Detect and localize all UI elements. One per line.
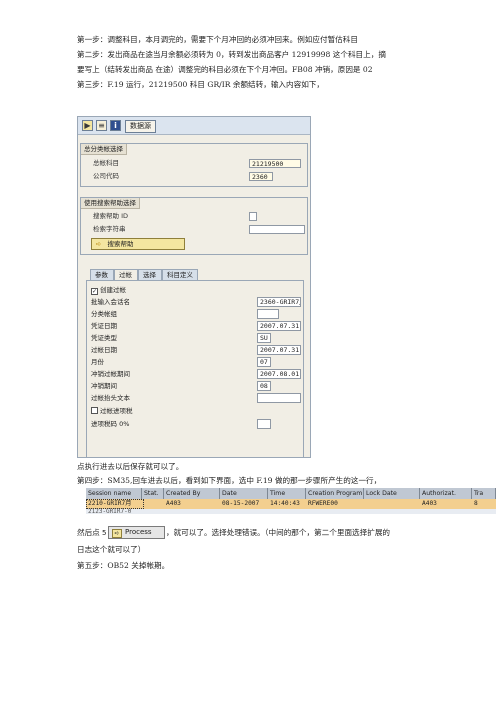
search-help-id-label: 搜索帮助 ID — [93, 212, 128, 220]
gl-group-title: 总分类帐选择 — [81, 144, 127, 155]
cell-creation-program: RFWERE00 — [308, 500, 338, 507]
col-transactions[interactable]: Tra — [472, 488, 496, 499]
search-help-button[interactable]: ➪ 搜索帮助 — [91, 238, 185, 250]
posting-row-label: 月份 — [91, 358, 104, 366]
tax-code-field[interactable] — [257, 419, 271, 429]
info-icon[interactable]: i — [110, 120, 121, 131]
gl-account-label: 总帐科目 — [93, 159, 119, 167]
posting-row-label: 分类帐组 — [91, 310, 117, 318]
search-help-button-label: 搜索帮助 — [107, 240, 134, 248]
step3-end-text: 点执行进去以后保存就可以了。 — [77, 462, 184, 471]
step1-text: 第一步：调整科目，本月调完的，需要下个月冲回的必须冲回来。例如应付暂估科目 — [77, 35, 358, 44]
post-transfer-row[interactable]: 过帐进项税 — [91, 407, 133, 416]
cell-transactions: 8 — [474, 500, 478, 507]
company-code-label: 公司代码 — [93, 172, 119, 180]
search-help-id-field[interactable] — [249, 212, 257, 221]
partial-table-row: 2123-GRIR7-0 — [88, 508, 132, 515]
posting-row-label: 凭证类型 — [91, 334, 117, 342]
posting-row-label: 批输入会话名 — [91, 298, 130, 306]
cell-created-by: A403 — [166, 500, 181, 507]
cell-time: 14:40:43 — [270, 500, 300, 507]
col-lock-date[interactable]: Lock Date — [364, 488, 420, 499]
col-status[interactable]: Stat. — [142, 488, 164, 499]
tax-code-label: 进项税码 0% — [91, 420, 130, 428]
create-posting-row[interactable]: ✓ 创建过帐 — [91, 286, 126, 295]
sm35-session-table: Session name Stat. Created By Date Time … — [86, 488, 496, 514]
document-date-field[interactable]: 2007.07.31 — [257, 321, 301, 331]
step4-text: 第四步：SM35,回车进去以后，看到如下界面，选中 F.19 做的那一步骤所产生… — [77, 476, 382, 485]
col-time[interactable]: Time — [268, 488, 306, 499]
execute-icon: ➪ — [112, 529, 122, 538]
col-creation-program[interactable]: Creation Program — [306, 488, 364, 499]
posting-row-label: 过帐日期 — [91, 346, 117, 354]
reversal-period-field[interactable]: 08 — [257, 381, 271, 391]
sap-toolbar: ▶ ≡ i 数据源 — [78, 117, 310, 135]
posting-date-field[interactable]: 2007.07.31 — [257, 345, 301, 355]
step3-text: 第三步：F.19 运行，21219500 科目 GR/IR 余额结转，输入内容如… — [77, 80, 324, 89]
search-help-group: 使用搜索帮助选择 搜索帮助 ID 检索字符串 ➪ 搜索帮助 — [80, 197, 308, 255]
ledger-group-field[interactable] — [257, 309, 279, 319]
col-session-name[interactable]: Session name — [86, 488, 142, 499]
posting-row-label: 冲销过帐期间 — [91, 370, 130, 378]
data-source-button[interactable]: 数据源 — [125, 120, 156, 133]
create-posting-label: 创建过帐 — [100, 286, 126, 294]
post-transfer-label: 过帐进项税 — [100, 407, 133, 415]
step5-text: 第五步：OB52 关掉帐期。 — [77, 561, 170, 570]
posting-row-label: 过帐抬头文本 — [91, 394, 130, 402]
company-code-field[interactable]: 2360 — [249, 172, 273, 181]
step2-text: 第二步：发出商品在途当月余额必须转为 0，转到发出商品客户 12919998 这… — [77, 50, 386, 59]
search-string-label: 检索字符串 — [93, 225, 126, 233]
step4-instruction-start: 然后点 — [77, 528, 100, 537]
cell-status — [142, 499, 166, 509]
variant-icon[interactable]: ≡ — [96, 120, 107, 131]
posting-row-label: 凭证日期 — [91, 322, 117, 330]
process-button[interactable]: ➪ Process — [108, 526, 165, 539]
col-created-by[interactable]: Created By — [164, 488, 220, 499]
gl-account-field[interactable]: 21219500 — [249, 159, 301, 168]
process-button-label: Process — [125, 528, 152, 536]
step4-log-text: 日志这个就可以了） — [77, 545, 146, 554]
col-authorization[interactable]: Authorizat. — [420, 488, 472, 499]
session-name-field[interactable]: 2360-GRIR7月 — [257, 297, 301, 307]
step2-continuation-text: 要写上（结转发出商品 在途）调整完的科目必须在下个月冲回。FB08 冲销，原因是… — [77, 65, 373, 74]
sap-f19-screen: ▶ ≡ i 数据源 总分类帐选择 总帐科目 21219500 公司代码 2360… — [77, 116, 311, 458]
search-group-title: 使用搜索帮助选择 — [81, 198, 140, 209]
arrow-right-icon: ➪ — [96, 240, 102, 248]
post-transfer-checkbox[interactable] — [91, 407, 98, 414]
create-posting-checkbox[interactable]: ✓ — [91, 288, 98, 295]
cell-date: 08-15-2007 — [222, 500, 260, 507]
table-row[interactable]: 2210-GRIR7月 A403 08-15-2007 14:40:43 RFW… — [86, 499, 496, 509]
posting-tab-body: ✓创建过帐 批输入会话名 2360-GRIR7月 分类帐组 凭证日期 2007.… — [86, 280, 304, 457]
execute-icon[interactable]: ▶ — [82, 120, 93, 131]
month-field[interactable]: 07 — [257, 357, 271, 367]
gl-selection-group: 总分类帐选择 总帐科目 21219500 公司代码 2360 — [80, 143, 308, 187]
document-type-field[interactable]: SU — [257, 333, 271, 343]
process-prefix-text: 5 — [102, 529, 107, 537]
search-string-field[interactable] — [249, 225, 305, 234]
reversal-date-field[interactable]: 2007.08.01 — [257, 369, 301, 379]
step4-instruction-end: ，就可以了。选择处理错误。（中间的那个，第二个里面选择扩展的 — [166, 528, 391, 537]
cell-lock-date — [364, 499, 422, 509]
cell-authorization: A403 — [422, 500, 437, 507]
header-text-field[interactable] — [257, 393, 301, 403]
posting-row-label: 冲销期间 — [91, 382, 117, 390]
col-date[interactable]: Date — [220, 488, 268, 499]
